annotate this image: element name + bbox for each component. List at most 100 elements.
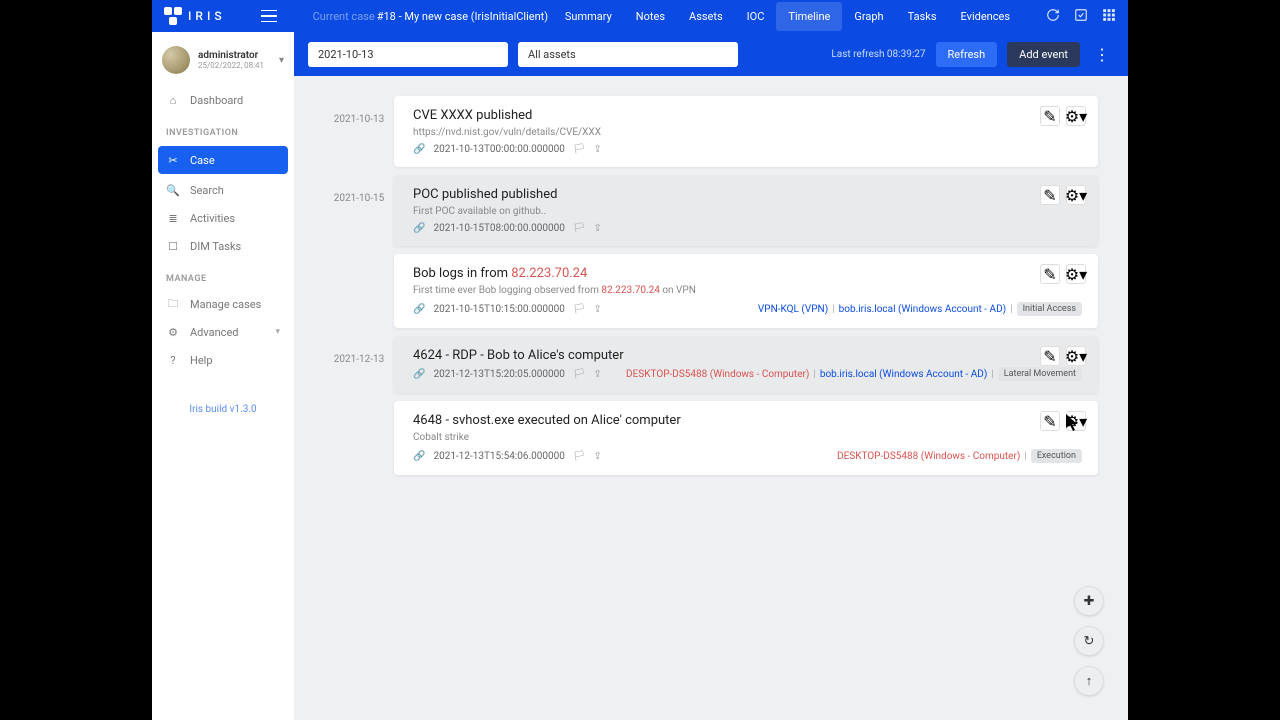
sidebar-section-manage: MANAGE <box>152 260 294 290</box>
sidebar: administrator 25/02/2022, 08:41 ▾ ⌂Dashb… <box>152 32 294 720</box>
more-menu-icon[interactable]: ⋮ <box>1090 45 1114 64</box>
event-card[interactable]: ✎ ⚙▾ 4648 - svhost.exe executed on Alice… <box>394 401 1098 475</box>
case-icon: ✂ <box>166 153 180 167</box>
share-icon[interactable]: ⇪ <box>594 223 602 234</box>
event-title: POC published published <box>413 187 1082 202</box>
category-tag: Execution <box>1031 449 1082 463</box>
tab-timeline[interactable]: Timeline <box>776 2 842 31</box>
current-case-label: Current case <box>313 10 375 23</box>
asset-tag[interactable]: DESKTOP-DS5488 (Windows - Computer) <box>626 369 809 380</box>
asset-tag[interactable]: VPN-KQL (VPN) <box>758 304 828 315</box>
refresh-float-button[interactable]: ↻ <box>1074 626 1104 656</box>
tab-notes[interactable]: Notes <box>624 2 677 31</box>
apps-icon[interactable] <box>1102 7 1116 26</box>
timeline-date: 2021-10-13 <box>324 96 394 167</box>
scroll-top-button[interactable]: ↑ <box>1074 666 1104 696</box>
brand: IRIS <box>188 9 226 23</box>
flag-icon[interactable]: 🏳 <box>573 369 586 380</box>
date-filter-input[interactable] <box>308 42 508 67</box>
tab-ioc[interactable]: IOC <box>735 2 777 31</box>
flag-icon[interactable]: 🏳 <box>573 144 586 155</box>
share-icon[interactable]: ⇪ <box>594 144 602 155</box>
help-icon: ? <box>166 353 180 367</box>
link-icon: 🔗 <box>413 144 425 155</box>
tab-evidences[interactable]: Evidences <box>949 2 1023 31</box>
event-timestamp: 2021-10-15T10:15:00.000000 <box>433 304 564 315</box>
edit-button[interactable]: ✎ <box>1040 411 1060 431</box>
search-icon: 🔍 <box>166 183 180 197</box>
edit-button[interactable]: ✎ <box>1040 185 1060 205</box>
event-card[interactable]: ✎ ⚙▾ 4624 - RDP - Bob to Alice's compute… <box>394 336 1098 393</box>
sidebar-section-investigation: INVESTIGATION <box>152 114 294 144</box>
share-icon[interactable]: ⇪ <box>594 451 602 462</box>
flag-icon[interactable]: 🏳 <box>573 451 586 462</box>
topbar: IRIS Current case #18 - My new case (Iri… <box>152 0 1128 32</box>
event-title: 4648 - svhost.exe executed on Alice' com… <box>413 413 1082 428</box>
sidebar-item-search[interactable]: 🔍Search <box>152 176 294 204</box>
edit-button[interactable]: ✎ <box>1040 264 1060 284</box>
account-tag[interactable]: bob.iris.local (Windows Account - AD) <box>839 304 1006 315</box>
topnav: Summary Notes Assets IOC Timeline Graph … <box>553 2 1022 31</box>
chevron-down-icon: ▾ <box>275 327 280 337</box>
event-timestamp: 2021-10-13T00:00:00.000000 <box>433 144 564 155</box>
timeline-body: 2021-10-13 ✎ ⚙▾ CVE XXXX published https… <box>294 76 1128 720</box>
share-icon[interactable]: ⇪ <box>594 304 602 315</box>
options-button[interactable]: ⚙▾ <box>1066 185 1086 205</box>
user-menu[interactable]: administrator 25/02/2022, 08:41 ▾ <box>152 40 294 86</box>
timeline-date: 2021-10-15 <box>324 175 394 328</box>
options-button[interactable]: ⚙▾ <box>1066 346 1086 366</box>
edit-button[interactable]: ✎ <box>1040 106 1060 126</box>
last-refresh-label: Last refresh 08:39:27 <box>831 49 925 60</box>
tab-summary[interactable]: Summary <box>553 2 624 31</box>
sidebar-item-managecases[interactable]: 🗀Manage cases <box>152 290 294 318</box>
link-icon: 🔗 <box>413 451 425 462</box>
share-icon[interactable]: ⇪ <box>594 369 602 380</box>
edit-button[interactable]: ✎ <box>1040 346 1060 366</box>
link-icon: 🔗 <box>413 304 425 315</box>
sidebar-item-help[interactable]: ?Help <box>152 346 294 374</box>
event-title: Bob logs in from 82.223.70.24 <box>413 266 1082 281</box>
check-icon[interactable] <box>1074 7 1088 26</box>
event-card[interactable]: ✎ ⚙▾ CVE XXXX published https://nvd.nist… <box>394 96 1098 167</box>
sliders-icon: ⚙ <box>166 325 180 339</box>
layers-icon: ≣ <box>166 211 180 225</box>
reload-icon[interactable] <box>1046 7 1060 26</box>
refresh-button[interactable]: Refresh <box>936 42 998 67</box>
event-card[interactable]: ✎ ⚙▾ POC published published First POC a… <box>394 175 1098 246</box>
timeline-date: 2021-12-13 <box>324 336 394 475</box>
sidebar-item-activities[interactable]: ≣Activities <box>152 204 294 232</box>
add-float-button[interactable]: ✚ <box>1074 586 1104 616</box>
flag-icon[interactable]: 🏳 <box>573 223 586 234</box>
sidebar-item-dimtasks[interactable]: ☐DIM Tasks <box>152 232 294 260</box>
user-name: administrator <box>198 50 264 61</box>
tab-tasks[interactable]: Tasks <box>896 2 949 31</box>
sidebar-item-advanced[interactable]: ⚙Advanced▾ <box>152 318 294 346</box>
category-tag: Lateral Movement <box>998 367 1082 381</box>
flag-icon[interactable]: 🏳 <box>573 304 586 315</box>
sidebar-item-case[interactable]: ✂Case <box>158 146 288 174</box>
user-timestamp: 25/02/2022, 08:41 <box>198 61 264 70</box>
sidebar-item-dashboard[interactable]: ⌂Dashboard <box>152 86 294 114</box>
account-tag[interactable]: bob.iris.local (Windows Account - AD) <box>820 369 987 380</box>
folder-icon: 🗀 <box>166 297 180 311</box>
event-title: 4624 - RDP - Bob to Alice's computer <box>413 348 1082 363</box>
link-icon: 🔗 <box>413 369 425 380</box>
options-button[interactable]: ⚙▾ <box>1066 264 1086 284</box>
current-case-name[interactable]: #18 - My new case (IrisInitialClient) <box>377 10 548 23</box>
chevron-down-icon: ▾ <box>279 55 284 66</box>
add-event-button[interactable]: Add event <box>1007 42 1080 67</box>
options-button[interactable]: ⚙▾ <box>1066 411 1086 431</box>
build-version[interactable]: Iris build v1.3.0 <box>152 404 294 415</box>
asset-tag[interactable]: DESKTOP-DS5488 (Windows - Computer) <box>837 451 1020 462</box>
event-timestamp: 2021-10-15T08:00:00.000000 <box>433 223 564 234</box>
tab-graph[interactable]: Graph <box>842 2 895 31</box>
timeline-toolbar: Last refresh 08:39:27 Refresh Add event … <box>294 32 1128 76</box>
sidebar-toggle[interactable] <box>261 10 277 22</box>
options-button[interactable]: ⚙▾ <box>1066 106 1086 126</box>
asset-filter-select[interactable] <box>518 42 738 67</box>
event-subtitle: Cobalt strike <box>413 432 1082 443</box>
tab-assets[interactable]: Assets <box>677 2 735 31</box>
link-icon: 🔗 <box>413 223 425 234</box>
event-card[interactable]: ✎ ⚙▾ Bob logs in from 82.223.70.24 First… <box>394 254 1098 328</box>
event-timestamp: 2021-12-13T15:20:05.000000 <box>433 369 564 380</box>
